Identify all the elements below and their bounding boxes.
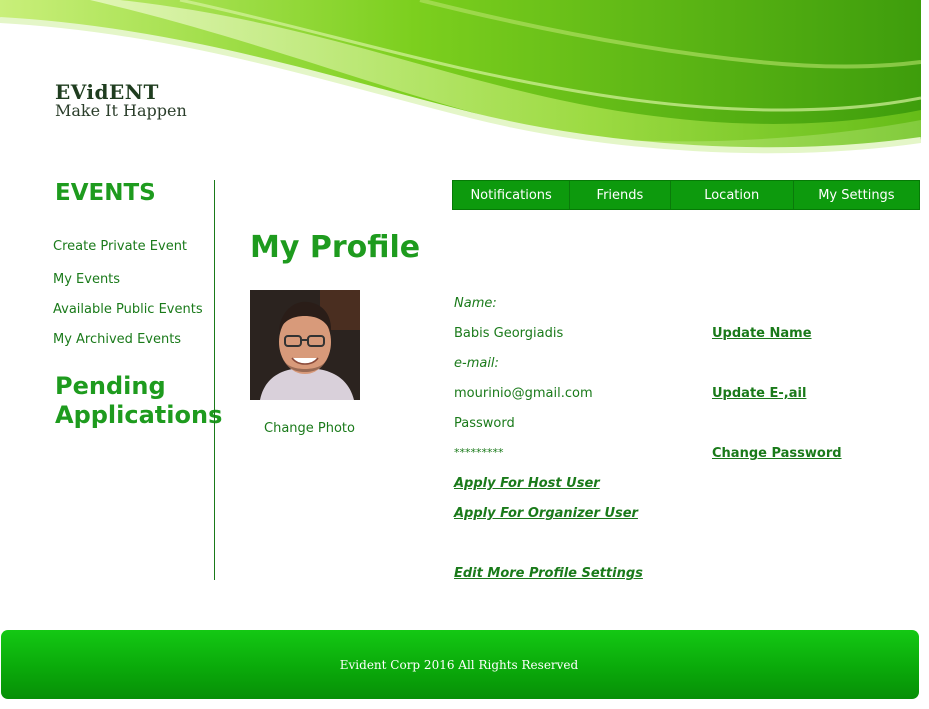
pending-line-1: Pending xyxy=(55,372,166,400)
sidebar-create-private-event[interactable]: Create Private Event xyxy=(53,239,187,254)
header-banner: EVidENT Make It Happen xyxy=(0,0,921,170)
top-nav: Notifications Friends Location My Settin… xyxy=(452,180,920,210)
avatar-photo xyxy=(250,290,360,400)
edit-more-profile-settings-link[interactable]: Edit More Profile Settings xyxy=(454,566,643,581)
update-name-link[interactable]: Update Name xyxy=(712,326,812,341)
nav-my-settings[interactable]: My Settings xyxy=(794,181,919,209)
footer-copyright: Evident Corp 2016 All Rights Reserved xyxy=(339,657,579,672)
sidebar-my-archived-events[interactable]: My Archived Events xyxy=(53,332,181,347)
nav-location[interactable]: Location xyxy=(671,181,794,209)
brand-tagline: Make It Happen xyxy=(55,101,187,120)
change-photo-link[interactable]: Change Photo xyxy=(264,421,355,436)
name-value: Babis Georgiadis xyxy=(454,326,564,341)
pending-line-2: Applications xyxy=(55,401,223,429)
nav-notifications[interactable]: Notifications xyxy=(453,181,571,209)
sidebar-divider xyxy=(214,180,215,580)
profile-avatar xyxy=(250,290,360,400)
apply-host-user-link[interactable]: Apply For Host User xyxy=(454,476,600,491)
sidebar-my-events[interactable]: My Events xyxy=(53,272,120,287)
footer: Evident Corp 2016 All Rights Reserved xyxy=(1,630,919,699)
page-title: My Profile xyxy=(250,230,421,265)
password-value: ********* xyxy=(454,446,504,459)
update-email-link[interactable]: Update E-,ail xyxy=(712,386,806,401)
sidebar-title: EVENTS xyxy=(55,180,156,206)
name-label: Name: xyxy=(454,296,497,311)
password-label: Password xyxy=(454,416,515,431)
sidebar-pending-applications[interactable]: Pending Applications xyxy=(55,372,223,430)
apply-organizer-user-link[interactable]: Apply For Organizer User xyxy=(454,506,638,521)
email-label: e-mail: xyxy=(454,356,499,371)
sidebar-available-public-events[interactable]: Available Public Events xyxy=(53,302,203,317)
email-value: mourinio@gmail.com xyxy=(454,386,593,401)
nav-friends[interactable]: Friends xyxy=(570,181,671,209)
change-password-link[interactable]: Change Password xyxy=(712,446,842,461)
